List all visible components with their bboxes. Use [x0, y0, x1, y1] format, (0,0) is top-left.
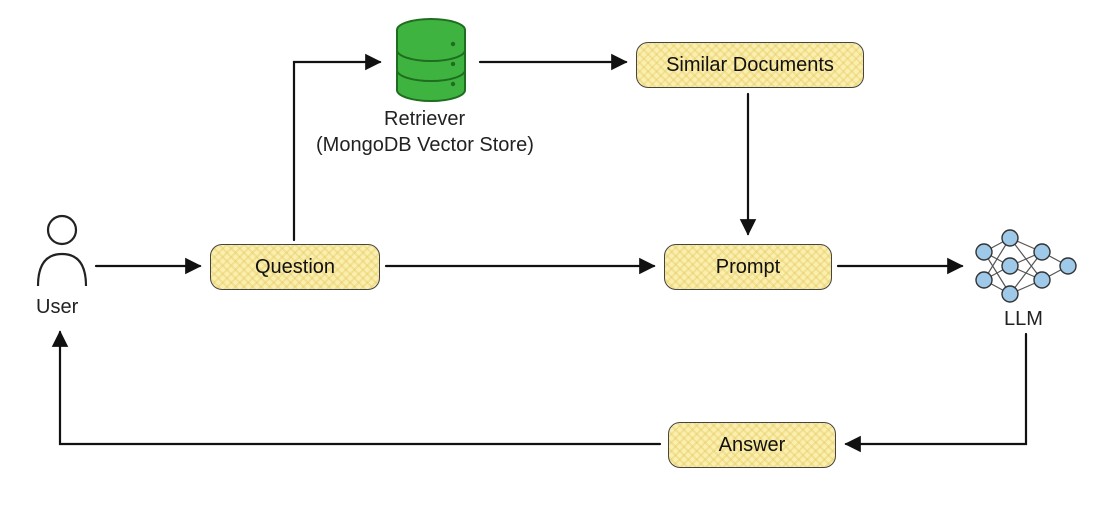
prompt-box: Prompt [664, 244, 832, 290]
llm-label: LLM [1004, 308, 1043, 331]
question-text: Question [255, 256, 335, 279]
similar-documents-box: Similar Documents [636, 42, 864, 88]
question-box: Question [210, 244, 380, 290]
user-icon [32, 214, 92, 292]
answer-text: Answer [719, 434, 786, 457]
arrow-answer-to-user [60, 332, 660, 444]
user-label: User [36, 296, 78, 319]
retriever-label-line2: (MongoDB Vector Store) [316, 134, 534, 157]
database-icon [391, 18, 471, 104]
similar-documents-text: Similar Documents [666, 54, 834, 77]
neural-network-icon [970, 226, 1080, 306]
diagram-canvas: User Question Retriever (MongoDB Vector … [0, 0, 1106, 522]
arrows-layer [0, 0, 1106, 522]
prompt-text: Prompt [716, 256, 780, 279]
retriever-label-line1: Retriever [384, 108, 465, 131]
answer-box: Answer [668, 422, 836, 468]
arrow-llm-to-answer [846, 334, 1026, 444]
